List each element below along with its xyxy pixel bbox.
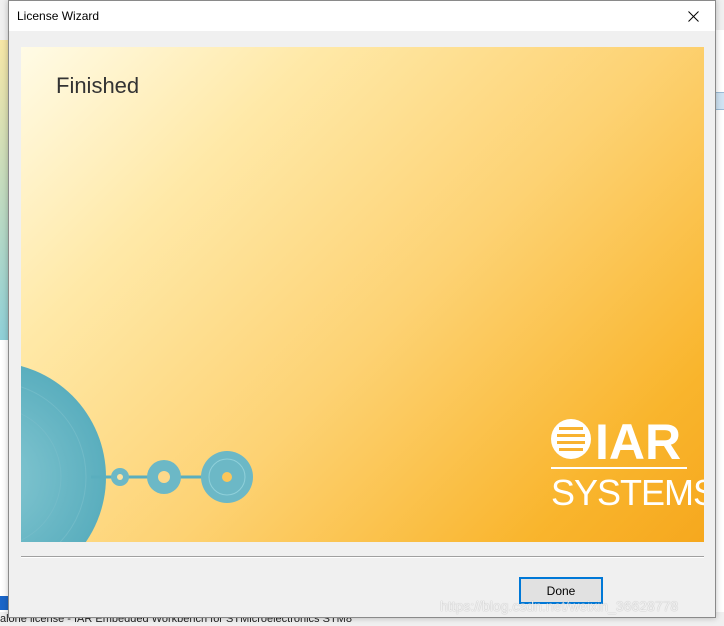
logo-brand-text: IAR	[595, 414, 681, 470]
page-heading: Finished	[56, 73, 140, 98]
close-button[interactable]	[671, 1, 715, 31]
logo-subtitle: SYSTEMS	[551, 472, 704, 513]
background-left-panel	[0, 340, 8, 626]
background-right-panel	[716, 30, 724, 626]
footer-separator	[21, 556, 704, 558]
window-title: License Wizard	[17, 9, 100, 23]
close-icon	[687, 10, 699, 22]
background-art-strip	[0, 40, 8, 340]
license-wizard-dialog: License Wizard Finished IAR SYSTEMS Done	[8, 0, 716, 618]
background-selection	[0, 596, 8, 610]
wizard-banner: Finished IAR SYSTEMS	[21, 47, 704, 542]
watermark-text: https://blog.csdn.net/weixin_36628778	[440, 598, 679, 614]
background-tab	[716, 92, 724, 110]
title-bar: License Wizard	[9, 1, 715, 31]
